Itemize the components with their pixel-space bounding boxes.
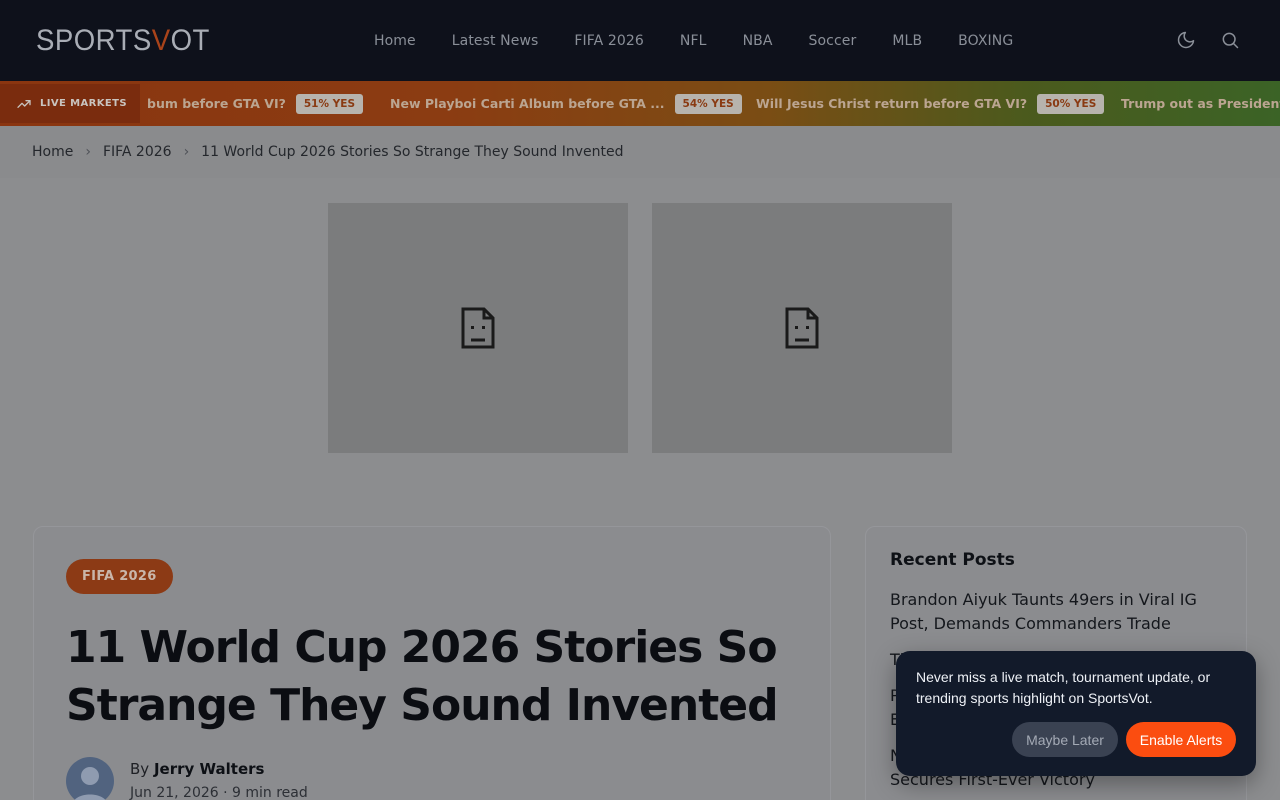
nav-mlb[interactable]: MLB [874,33,940,49]
breadcrumb-category[interactable]: FIFA 2026 [103,144,172,160]
live-markets-label: LIVE MARKETS [0,84,140,123]
author-avatar[interactable] [66,757,114,800]
nav-fifa-2026[interactable]: FIFA 2026 [556,33,662,49]
breadcrumb: Home › FIFA 2026 › 11 World Cup 2026 Sto… [0,126,1280,178]
chevron-right-icon: › [183,144,190,160]
author-byline: By Jerry Walters [130,760,265,778]
nav-nba[interactable]: NBA [725,33,791,49]
enable-alerts-button[interactable]: Enable Alerts [1126,722,1236,757]
category-badge[interactable]: FIFA 2026 [66,559,173,594]
author-name[interactable]: Jerry Walters [154,760,265,778]
nav-soccer[interactable]: Soccer [791,33,875,49]
ticker-item[interactable]: bum before GTA VI? 51% YES [147,81,364,126]
nav-boxing[interactable]: BOXING [940,33,1031,49]
nav-nfl[interactable]: NFL [662,33,725,49]
main-nav: Home Latest News FIFA 2026 NFL NBA Socce… [356,0,1031,81]
ad-slot-right[interactable] [652,203,952,453]
ticker-item[interactable]: Trump out as President [1121,81,1280,126]
article-card: FIFA 2026 11 World Cup 2026 Stories So S… [33,526,831,800]
site-header: SPORTSVOT Home Latest News FIFA 2026 NFL… [0,0,1280,81]
maybe-later-button[interactable]: Maybe Later [1012,722,1118,757]
theme-toggle-moon-icon[interactable] [1176,30,1196,50]
broken-page-icon [785,307,819,349]
sidebar-heading: Recent Posts [890,550,1015,570]
ticker-item[interactable]: New Playboi Carti Album before GTA ... 54… [390,81,742,126]
ad-slot-left[interactable] [328,203,628,453]
push-notification-prompt: Never miss a live match, tournament upda… [896,651,1256,776]
trending-up-icon [17,99,31,108]
nav-latest-news[interactable]: Latest News [434,33,557,49]
article-meta: Jun 21, 2026 · 9 min read [130,785,308,800]
notification-message: Never miss a live match, tournament upda… [916,669,1211,706]
live-markets-ticker: LIVE MARKETS bum before GTA VI? 51% YES N… [0,81,1280,126]
ticker-item[interactable]: Will Jesus Christ return before GTA VI? 5… [756,81,1105,126]
search-icon[interactable] [1220,30,1240,50]
breadcrumb-home[interactable]: Home [32,144,73,160]
nav-home[interactable]: Home [356,33,434,49]
broken-page-icon [461,307,495,349]
chevron-right-icon: › [85,144,91,160]
breadcrumb-current: 11 World Cup 2026 Stories So Strange The… [201,144,624,160]
recent-post-link[interactable]: Brandon Aiyuk Taunts 49ers in Viral IG P… [890,588,1210,636]
site-logo[interactable]: SPORTSVOT [36,24,210,58]
article-title: 11 World Cup 2026 Stories So Strange The… [66,622,779,731]
